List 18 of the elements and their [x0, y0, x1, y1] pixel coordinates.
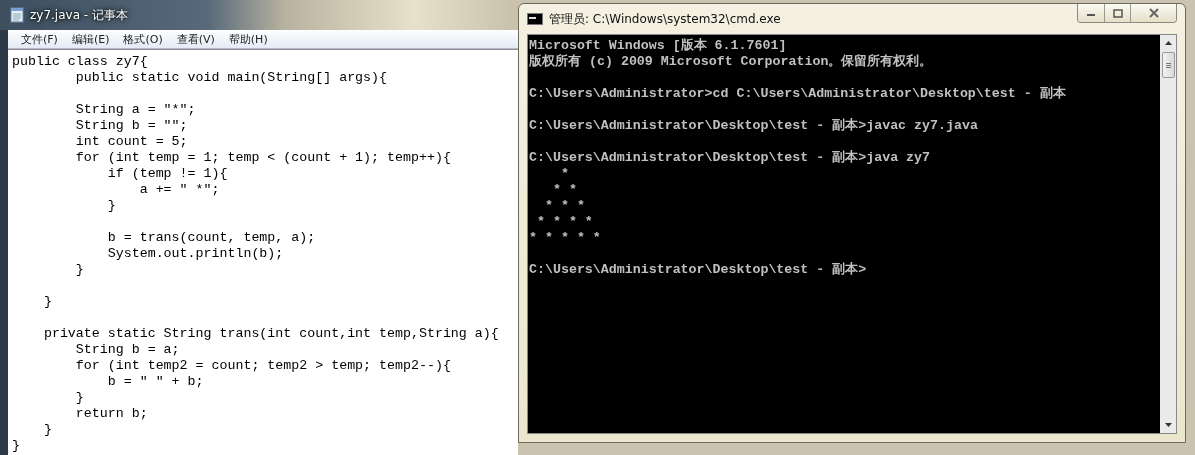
menu-item[interactable]: 文件(F)	[14, 31, 65, 47]
menu-item[interactable]: 格式(O)	[116, 31, 170, 47]
scrollbar[interactable]	[1160, 35, 1176, 433]
scroll-thumb[interactable]	[1161, 52, 1175, 78]
close-icon	[1147, 8, 1160, 18]
menu-item[interactable]: 帮助(H)	[221, 31, 275, 47]
minimize-button[interactable]	[1078, 4, 1104, 22]
console-icon	[527, 13, 543, 25]
menu-item[interactable]: 编辑(E)	[64, 31, 117, 47]
window-title: 管理员: C:\Windows\system32\cmd.exe	[549, 10, 782, 28]
console-output: Microsoft Windows [版本 6.1.7601] 版权所有 (c) 2009 Microsoft Corporation。保留所有权利。 C:\Users\Administrator>cd C:\Users\Administrator\Desktop\test - 副本 C:\Users\Administrator\Desktop\test - 副本>javac zy7.java C:\Users\Administrator\Desktop\test - 副本>java zy7 * * * * * * * * * * * * * * * C:\Users\Administrator\Desktop\test - 副本>	[528, 37, 1067, 278]
window-title: zy7.java - 记事本	[30, 6, 128, 24]
close-button[interactable]	[1130, 4, 1176, 22]
menu-item[interactable]: 查看(V)	[169, 31, 222, 47]
notepad-icon	[10, 7, 24, 23]
maximize-button[interactable]	[1104, 4, 1130, 22]
text-editor-area[interactable]: public class zy7{ public static void main(String[] args){ String a = "*"; String b = ""; int count = 5; for (int temp = 1; temp < (count + 1); temp++){ if (temp != 1){ a += " *"; } b = trans(count, temp, a); System.out.println(b); } } private static String trans(int count,int temp,String a){ String b = a; for (int temp2 = count; temp2 > temp; temp2--){ b = " " + b; } return b; } }	[8, 49, 518, 455]
maximize-icon	[1112, 8, 1123, 18]
